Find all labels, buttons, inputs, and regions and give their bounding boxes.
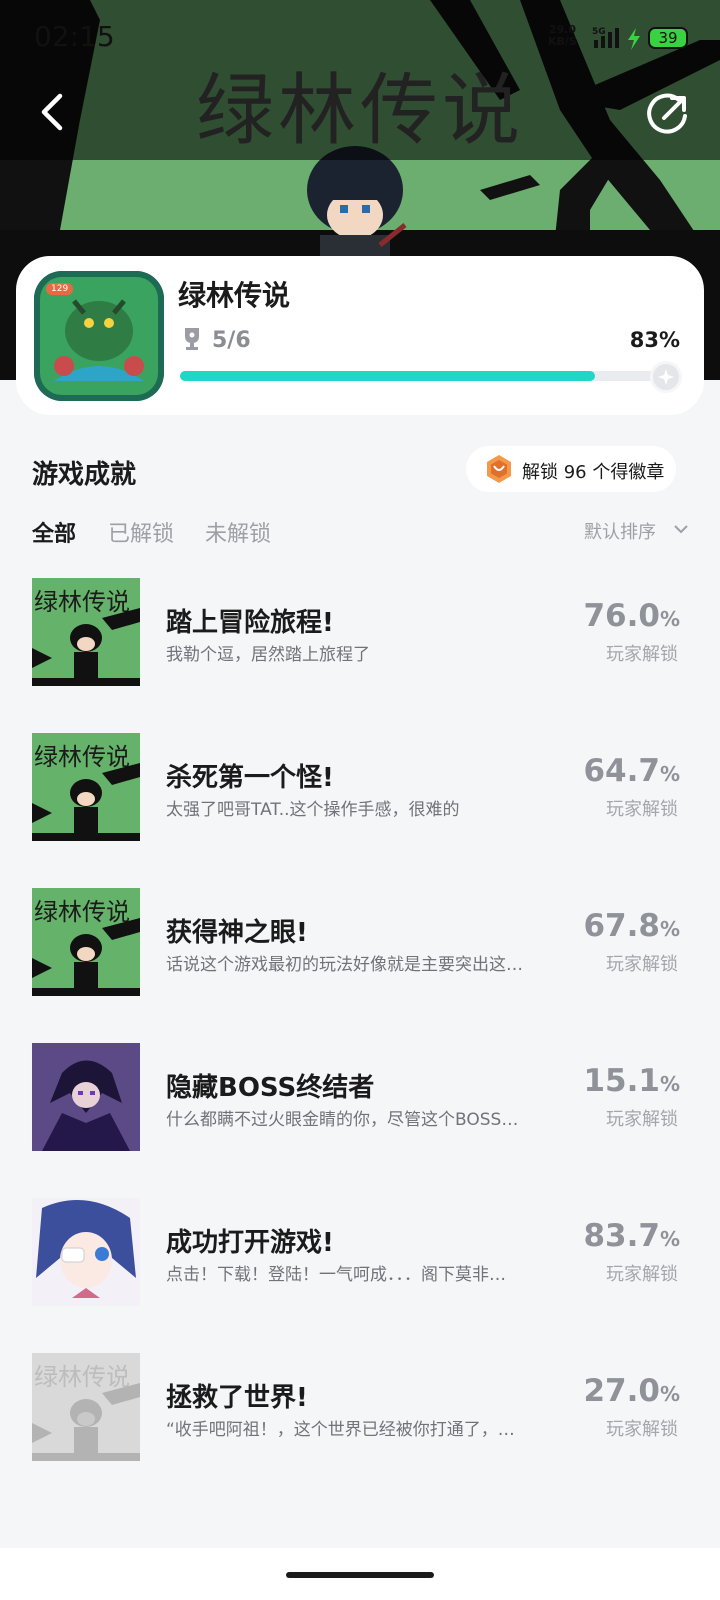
unlock-rate-label: 玩家解锁 (606, 799, 678, 820)
signal-icon: 5G (592, 27, 619, 48)
achievement-unlock-rate: 76.0% (583, 598, 680, 634)
network-speed-unit: KB/S (548, 35, 577, 48)
achievement-description: 话说这个游戏最初的玩法好像就是主要突出这… (166, 955, 523, 975)
progress-goal-icon (650, 361, 682, 393)
unlock-rate-value: 83.7 (583, 1218, 660, 1254)
home-indicator[interactable] (286, 1572, 434, 1578)
achievement-row[interactable]: 隐藏BOSS终结者什么都瞒不过火眼金睛的你，尽管这个BOSS… 15.1% 玩家解锁 (0, 1043, 720, 1151)
network-speed: 29.0 KB/S (548, 24, 577, 48)
svg-text:绿林传说: 绿林传说 (34, 898, 130, 926)
unlock-rate-label: 玩家解锁 (606, 1109, 678, 1130)
achievement-description: 点击！下载！登陆！一气呵成．．．阁下莫非… (166, 1265, 506, 1285)
achievement-title: 杀死第一个怪! (166, 763, 334, 793)
achievement-description: 我勒个逗，居然踏上旅程了 (166, 645, 370, 665)
status-bar: 02:15 29.0 KB/S 5G 39 (0, 0, 720, 76)
achievement-description: 什么都瞒不过火眼金睛的你，尽管这个BOSS… (166, 1110, 519, 1130)
achievement-thumbnail (32, 1198, 140, 1306)
svg-text:绿林传说: 绿林传说 (34, 1363, 130, 1391)
unlock-rate-value: 15.1 (583, 1063, 660, 1099)
achievement-row[interactable]: 绿林传说获得神之眼! 话说这个游戏最初的玩法好像就是主要突出这… 67.8% 玩家解锁 (0, 888, 720, 996)
achievement-unlock-rate: 15.1% (583, 1063, 680, 1099)
status-time: 02:15 (34, 20, 115, 53)
achievement-description: 太强了吧哥TAT..这个操作手感，很难的 (166, 800, 460, 820)
game-icon: 129 (34, 271, 164, 401)
achievement-row[interactable]: 绿林传说拯救了世界! “收手吧阿祖！，这个世界已经被你打通了，… 27.0% 玩家解锁 (0, 1353, 720, 1461)
achievement-unlock-rate: 83.7% (583, 1218, 680, 1254)
sort-dropdown[interactable]: 默认排序 (584, 518, 688, 544)
unlock-badge-pill[interactable]: 解锁 96 个得徽章 (466, 446, 676, 492)
share-icon[interactable] (646, 92, 690, 136)
achievement-thumbnail (32, 1043, 140, 1151)
achievement-title: 隐藏BOSS终结者 (166, 1073, 375, 1103)
unlock-rate-percent-sign: % (659, 762, 680, 786)
completion-progress-bar (180, 361, 682, 393)
unlock-rate-value: 27.0 (583, 1373, 660, 1409)
achievement-thumbnail: 绿林传说 (32, 733, 140, 841)
charging-icon (628, 28, 640, 50)
achievement-count: 5/6 (212, 328, 251, 353)
achievement-thumbnail: 绿林传说 (32, 578, 140, 686)
achievement-title: 拯救了世界! (166, 1383, 308, 1413)
chevron-down-icon (674, 525, 688, 534)
achievement-unlock-rate: 64.7% (583, 753, 680, 789)
unlock-rate-percent-sign: % (659, 1382, 680, 1406)
completion-progress-fill (180, 371, 595, 381)
unlock-rate-percent-sign: % (659, 917, 680, 941)
unlock-rate-value: 67.8 (583, 908, 660, 944)
unlock-rate-percent-sign: % (659, 607, 680, 631)
tab-locked[interactable]: 未解锁 (205, 516, 271, 548)
achievement-row[interactable]: 绿林传说踏上冒险旅程! 我勒个逗，居然踏上旅程了 76.0% 玩家解锁 (0, 578, 720, 686)
unlock-rate-percent-sign: % (659, 1227, 680, 1251)
achievements-section-title: 游戏成就 (32, 460, 137, 490)
game-icon-badge: 129 (46, 283, 74, 295)
achievement-unlock-rate: 27.0% (583, 1373, 680, 1409)
unlock-rate-value: 64.7 (583, 753, 660, 789)
unlock-rate-label: 玩家解锁 (606, 954, 678, 975)
game-name: 绿林传说 (178, 279, 291, 312)
unlock-badge-text: 解锁 96 个得徽章 (522, 462, 665, 483)
achievement-title: 获得神之眼! (166, 918, 308, 948)
completion-percent: 83% (629, 328, 680, 352)
tab-unlocked[interactable]: 已解锁 (108, 516, 174, 548)
achievement-row[interactable]: 成功打开游戏! 点击！下载！登陆！一气呵成．．．阁下莫非… 83.7% 玩家解锁 (0, 1198, 720, 1306)
achievement-title: 踏上冒险旅程! (166, 608, 334, 638)
unlock-rate-label: 玩家解锁 (606, 1419, 678, 1440)
unlock-rate-label: 玩家解锁 (606, 1264, 678, 1285)
achievement-title: 成功打开游戏! (166, 1228, 334, 1258)
game-summary-card[interactable]: 129 绿林传说 5/6 83% (16, 256, 704, 415)
back-icon[interactable] (34, 92, 70, 132)
svg-text:绿林传说: 绿林传说 (34, 588, 130, 616)
battery-icon: 39 (648, 27, 688, 49)
trophy-icon (185, 328, 199, 350)
achievement-unlock-rate: 67.8% (583, 908, 680, 944)
sort-label: 默认排序 (584, 522, 656, 543)
achievement-row[interactable]: 绿林传说杀死第一个怪! 太强了吧哥TAT..这个操作手感，很难的 64.7% 玩家解锁 (0, 733, 720, 841)
unlock-rate-value: 76.0 (583, 598, 660, 634)
unlock-rate-percent-sign: % (659, 1072, 680, 1096)
tab-all[interactable]: 全部 (32, 516, 76, 548)
unlock-rate-label: 玩家解锁 (606, 644, 678, 665)
svg-text:绿林传说: 绿林传说 (34, 743, 130, 771)
achievement-thumbnail: 绿林传说 (32, 1353, 140, 1461)
medal-icon (487, 455, 511, 483)
achievement-thumbnail: 绿林传说 (32, 888, 140, 996)
network-type-label: 5G (592, 27, 606, 37)
achievement-description: “收手吧阿祖！，这个世界已经被你打通了，… (166, 1420, 515, 1440)
